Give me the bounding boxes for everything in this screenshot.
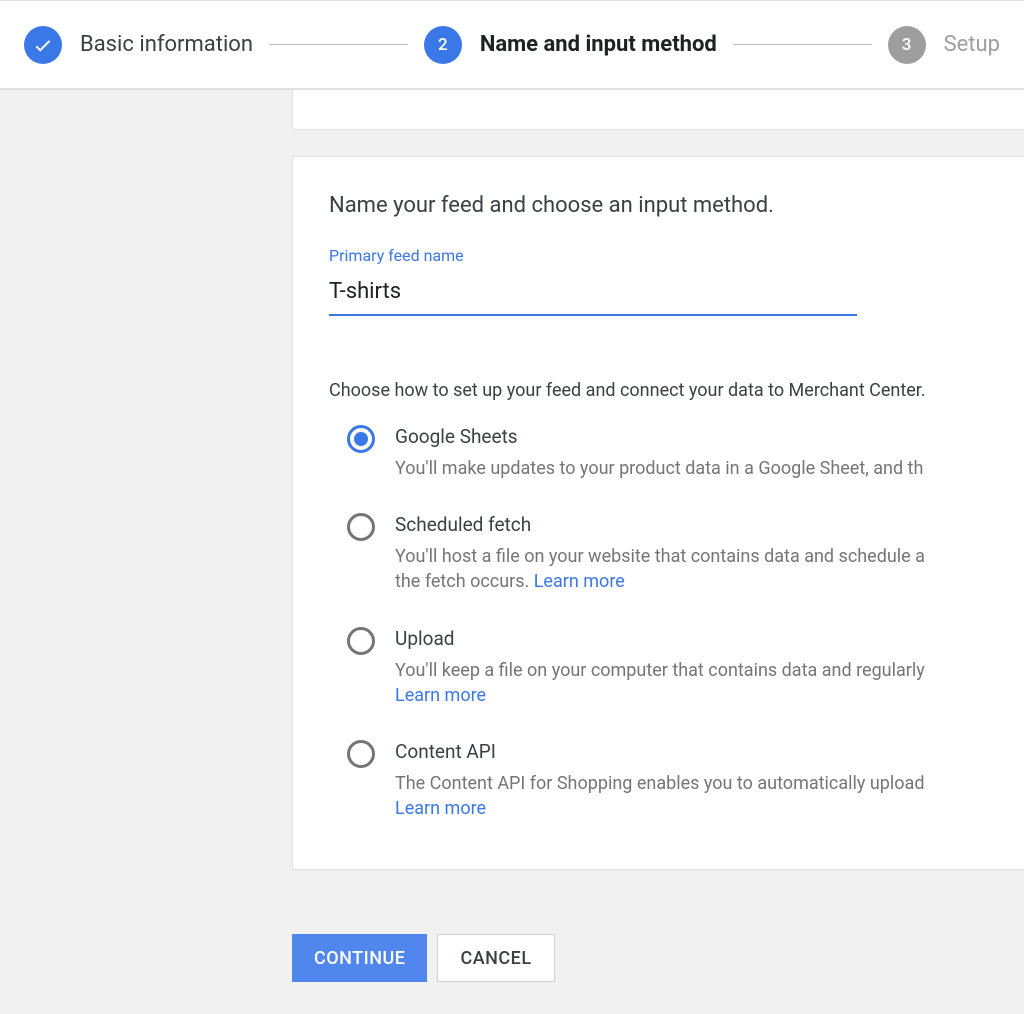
step-connector (269, 44, 408, 45)
radio-desc: You'll make updates to your product data… (395, 456, 1015, 481)
radio-desc: You'll host a file on your website that … (395, 544, 1015, 594)
radio-title: Google Sheets (395, 425, 1015, 448)
check-icon (24, 26, 62, 64)
radio-icon (347, 627, 375, 655)
continue-button[interactable]: CONTINUE (292, 934, 427, 982)
learn-more-link[interactable]: Learn more (395, 798, 486, 819)
stepper-bar: Basic information 2 Name and input metho… (0, 0, 1024, 90)
cancel-button[interactable]: CANCEL (437, 934, 554, 982)
radio-icon (347, 425, 375, 453)
feed-name-input[interactable] (329, 273, 857, 316)
radio-desc-line2: the fetch occurs. (395, 571, 534, 592)
radio-title: Upload (395, 627, 1015, 650)
step-connector (733, 44, 872, 45)
choose-method-text: Choose how to set up your feed and conne… (329, 380, 1015, 401)
radio-option-scheduled-fetch[interactable]: Scheduled fetch You'll host a file on yo… (329, 513, 1015, 594)
radio-text: Content API The Content API for Shopping… (395, 740, 1015, 821)
radio-option-content-api[interactable]: Content API The Content API for Shopping… (329, 740, 1015, 821)
step-number-icon: 3 (888, 26, 926, 64)
feed-setup-card: Name your feed and choose an input metho… (292, 156, 1024, 870)
radio-option-upload[interactable]: Upload You'll keep a file on your comput… (329, 627, 1015, 708)
step-label: Name and input method (480, 32, 717, 57)
radio-desc-line1: You'll keep a file on your computer that… (395, 660, 925, 681)
button-row: CONTINUE CANCEL (0, 934, 1024, 982)
previous-card-stub (292, 90, 1024, 130)
learn-more-link[interactable]: Learn more (534, 571, 625, 592)
step-label: Setup (944, 32, 1000, 57)
radio-desc-line1: You'll host a file on your website that … (395, 546, 925, 567)
card-title: Name your feed and choose an input metho… (329, 193, 1015, 218)
feed-name-label: Primary feed name (329, 246, 1015, 265)
page-area: Name your feed and choose an input metho… (0, 90, 1024, 870)
radio-title: Content API (395, 740, 1015, 763)
step-setup[interactable]: 3 Setup (888, 26, 1000, 64)
step-label: Basic information (80, 32, 253, 57)
radio-icon (347, 740, 375, 768)
learn-more-link[interactable]: Learn more (395, 685, 486, 706)
radio-desc: The Content API for Shopping enables you… (395, 771, 1015, 821)
radio-desc: You'll keep a file on your computer that… (395, 658, 1015, 708)
radio-text: Google Sheets You'll make updates to you… (395, 425, 1015, 481)
radio-text: Scheduled fetch You'll host a file on yo… (395, 513, 1015, 594)
radio-inner-icon (354, 432, 368, 446)
radio-icon (347, 513, 375, 541)
radio-desc-line1: The Content API for Shopping enables you… (395, 773, 924, 794)
step-name-and-input-method[interactable]: 2 Name and input method (424, 26, 717, 64)
radio-text: Upload You'll keep a file on your comput… (395, 627, 1015, 708)
radio-option-google-sheets[interactable]: Google Sheets You'll make updates to you… (329, 425, 1015, 481)
step-number-icon: 2 (424, 26, 462, 64)
radio-title: Scheduled fetch (395, 513, 1015, 536)
step-basic-information[interactable]: Basic information (24, 26, 253, 64)
